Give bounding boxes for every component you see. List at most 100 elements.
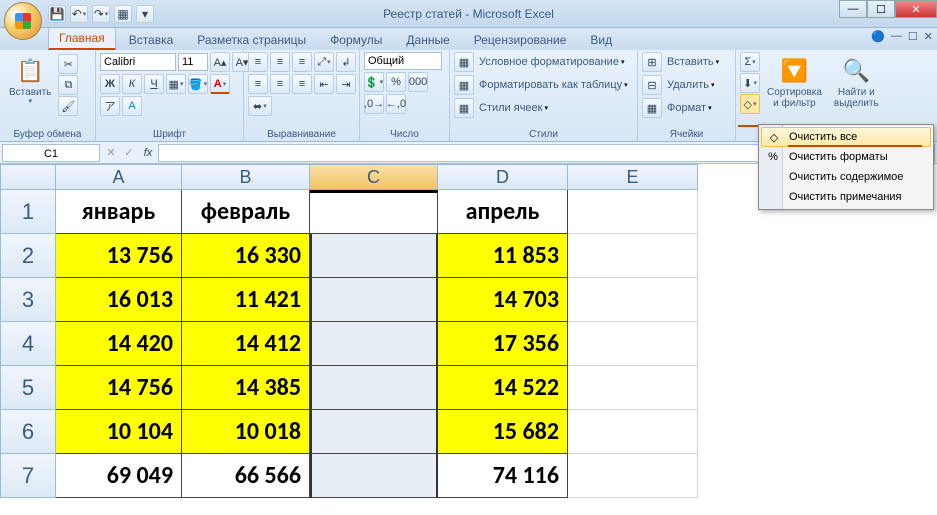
cell-d5[interactable]: 14 522 [438,366,568,410]
fill-icon[interactable]: ⬇ [740,73,760,93]
delete-cells-button[interactable]: ⊟Удалить▾ [642,75,715,95]
cell-e2[interactable] [568,234,698,278]
cell-a6[interactable]: 10 104 [56,410,182,454]
paste-button[interactable]: 📋 Вставить▾ [4,52,56,109]
orientation-icon[interactable]: ⤢ [314,52,334,72]
increase-font-icon[interactable]: A▴ [210,52,230,72]
align-bottom-icon[interactable]: ≡ [292,52,312,72]
cell-c1[interactable] [310,190,438,234]
restore-window-icon[interactable]: ☐ [908,30,918,43]
align-top-icon[interactable]: ≡ [248,52,268,72]
cell-c2[interactable] [310,234,438,278]
cancel-formula-icon[interactable]: ✕ [102,146,120,159]
phonetic-icon[interactable]: ア [100,96,120,116]
clear-icon[interactable]: ◇ [740,94,760,114]
align-middle-icon[interactable]: ≡ [270,52,290,72]
cell-a4[interactable]: 14 420 [56,322,182,366]
close-workbook-icon[interactable]: ✕ [924,30,933,43]
autosum-icon[interactable]: Σ [740,52,760,72]
cut-icon[interactable]: ✂ [58,54,78,74]
format-cells-button[interactable]: ▦Формат▾ [642,98,712,118]
cell-d2[interactable]: 11 853 [438,234,568,278]
decrease-decimal-icon[interactable]: ←,0 [386,94,406,114]
cell-d1[interactable]: апрель [438,190,568,234]
tab-page-layout[interactable]: Разметка страницы [186,29,317,50]
align-right-icon[interactable]: ≡ [292,74,312,94]
italic-icon[interactable]: К [122,74,142,94]
cell-b1[interactable]: февраль [182,190,310,234]
cell-e4[interactable] [568,322,698,366]
row-header-6[interactable]: 6 [0,410,56,454]
cell-c7[interactable] [310,454,438,498]
cell-c5[interactable] [310,366,438,410]
row-header-5[interactable]: 5 [0,366,56,410]
cell-styles-button[interactable]: ▦Стили ячеек▾ [454,98,548,118]
tab-insert[interactable]: Вставка [118,29,185,50]
clear-formats-item[interactable]: % Очистить форматы [761,147,931,167]
tab-view[interactable]: Вид [579,29,623,50]
format-as-table-button[interactable]: ▦Форматировать как таблицу▾ [454,75,628,95]
increase-indent-icon[interactable]: ⇥ [336,74,356,94]
number-format-select[interactable] [364,52,442,70]
clear-comments-item[interactable]: Очистить примечания [761,187,931,207]
cell-e3[interactable] [568,278,698,322]
find-select-button[interactable]: 🔍 Найти и выделить [829,52,884,112]
cell-a3[interactable]: 16 013 [56,278,182,322]
minimize-ribbon-icon[interactable]: — [891,30,902,43]
cell-a7[interactable]: 69 049 [56,454,182,498]
align-left-icon[interactable]: ≡ [248,74,268,94]
decrease-indent-icon[interactable]: ⇤ [314,74,334,94]
qat-grid-icon[interactable]: ▦ [114,5,132,23]
col-header-d[interactable]: D [438,164,568,190]
merge-icon[interactable]: ⬌ [248,96,272,116]
align-center-icon[interactable]: ≡ [270,74,290,94]
format-painter-icon[interactable]: 🖌 [58,96,78,116]
col-header-e[interactable]: E [568,164,698,190]
qat-customize-icon[interactable]: ▾ [136,5,154,23]
underline-icon[interactable]: Ч [144,74,164,94]
cell-c3[interactable] [310,278,438,322]
row-header-7[interactable]: 7 [0,454,56,498]
name-box[interactable]: C1 [2,144,100,162]
office-button[interactable] [4,2,42,40]
bold-icon[interactable]: Ж [100,74,120,94]
tab-review[interactable]: Рецензирование [463,29,578,50]
clear-all-item[interactable]: ◇ Очистить все [761,127,931,147]
col-header-b[interactable]: B [182,164,310,190]
cell-a5[interactable]: 14 756 [56,366,182,410]
tab-formulas[interactable]: Формулы [319,29,393,50]
close-button[interactable]: ✕ [895,0,937,18]
col-header-a[interactable]: A [56,164,182,190]
cell-b5[interactable]: 14 385 [182,366,310,410]
border-icon[interactable]: ▦ [166,74,186,94]
minimize-button[interactable]: — [839,0,867,18]
col-header-c[interactable]: C [310,164,438,190]
increase-decimal-icon[interactable]: ,0→ [364,94,384,114]
clear-contents-item[interactable]: Очистить содержимое [761,167,931,187]
cell-d3[interactable]: 14 703 [438,278,568,322]
percent-icon[interactable]: % [386,72,406,92]
cell-e1[interactable] [568,190,698,234]
conditional-formatting-button[interactable]: ▦Условное форматирование▾ [454,52,624,72]
row-header-3[interactable]: 3 [0,278,56,322]
qat-undo-icon[interactable]: ↶ [70,5,88,23]
insert-cells-button[interactable]: ⊞Вставить▾ [642,52,719,72]
qat-save-icon[interactable]: 💾 [48,5,66,23]
cell-d7[interactable]: 74 116 [438,454,568,498]
cell-a2[interactable]: 13 756 [56,234,182,278]
cell-e7[interactable] [568,454,698,498]
cell-b7[interactable]: 66 566 [182,454,310,498]
cell-b6[interactable]: 10 018 [182,410,310,454]
cell-a1[interactable]: январь [56,190,182,234]
enter-formula-icon[interactable]: ✓ [120,146,138,159]
cell-c6[interactable] [310,410,438,454]
cell-e6[interactable] [568,410,698,454]
select-all-corner[interactable] [0,164,56,190]
font-family-select[interactable] [100,53,176,71]
comma-icon[interactable]: 000 [408,72,428,92]
tab-data[interactable]: Данные [395,29,460,50]
cell-b2[interactable]: 16 330 [182,234,310,278]
help-icon[interactable]: 🔵 [871,30,885,43]
fx-icon[interactable]: fx [138,147,158,159]
font-color2-icon[interactable]: A [122,96,142,116]
